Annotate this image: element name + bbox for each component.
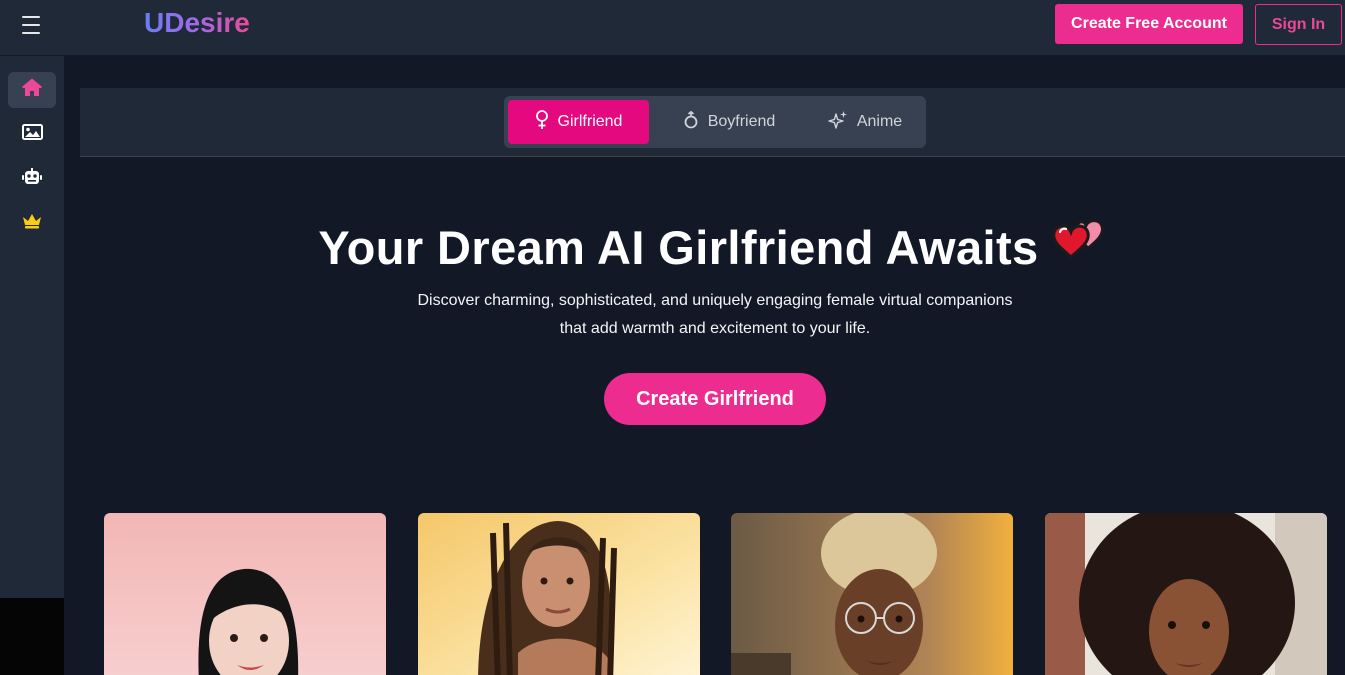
image-icon <box>21 123 43 145</box>
character-card[interactable] <box>104 513 386 675</box>
sparkles-icon <box>828 110 848 135</box>
character-portrait <box>104 513 386 675</box>
create-girlfriend-button[interactable]: Create Girlfriend <box>604 373 826 425</box>
character-card[interactable] <box>731 513 1013 675</box>
hero-subtitle: Discover charming, sophisticated, and un… <box>330 287 1100 343</box>
tab-label: Girlfriend <box>557 113 623 130</box>
tab-label: Anime <box>856 113 903 130</box>
character-portrait <box>418 513 700 675</box>
tab-girlfriend[interactable]: Girlfriend <box>508 100 649 144</box>
sidebar-item-images[interactable] <box>8 116 56 152</box>
create-free-account-button[interactable]: Create Free Account <box>1055 4 1243 44</box>
hero-subtitle-line: Discover charming, sophisticated, and un… <box>417 292 1013 309</box>
sidebar-item-premium[interactable] <box>8 205 56 241</box>
top-header: UDesire Create Free Account Sign In <box>0 0 1345 56</box>
brand-logo[interactable]: UDesire <box>144 7 250 39</box>
character-portrait <box>731 513 1013 675</box>
sidebar-footer <box>0 598 64 675</box>
female-icon <box>535 109 549 135</box>
character-portrait <box>1045 513 1327 675</box>
robot-icon <box>22 167 42 191</box>
character-card[interactable] <box>1045 513 1327 675</box>
male-icon <box>683 110 699 134</box>
sign-in-button[interactable]: Sign In <box>1255 4 1342 45</box>
crown-icon <box>22 213 42 234</box>
hearts-icon <box>1051 218 1107 273</box>
hero-title-text: Your Dream AI Girlfriend Awaits <box>318 221 1039 274</box>
home-icon <box>21 77 43 102</box>
tab-label: Boyfriend <box>707 113 776 130</box>
tab-anime[interactable]: Anime <box>810 100 920 144</box>
menu-icon[interactable] <box>22 16 42 34</box>
category-tabs: Girlfriend Boyfriend Anime <box>504 96 926 148</box>
sidebar-item-characters[interactable] <box>8 161 56 197</box>
sidebar <box>0 56 64 598</box>
sidebar-item-home[interactable] <box>8 72 56 108</box>
tab-boyfriend[interactable]: Boyfriend <box>664 100 794 144</box>
hero-subtitle-line: that add warmth and excitement to your l… <box>559 320 871 337</box>
page-title: Your Dream AI Girlfriend Awaits <box>80 218 1345 279</box>
character-card[interactable] <box>418 513 700 675</box>
